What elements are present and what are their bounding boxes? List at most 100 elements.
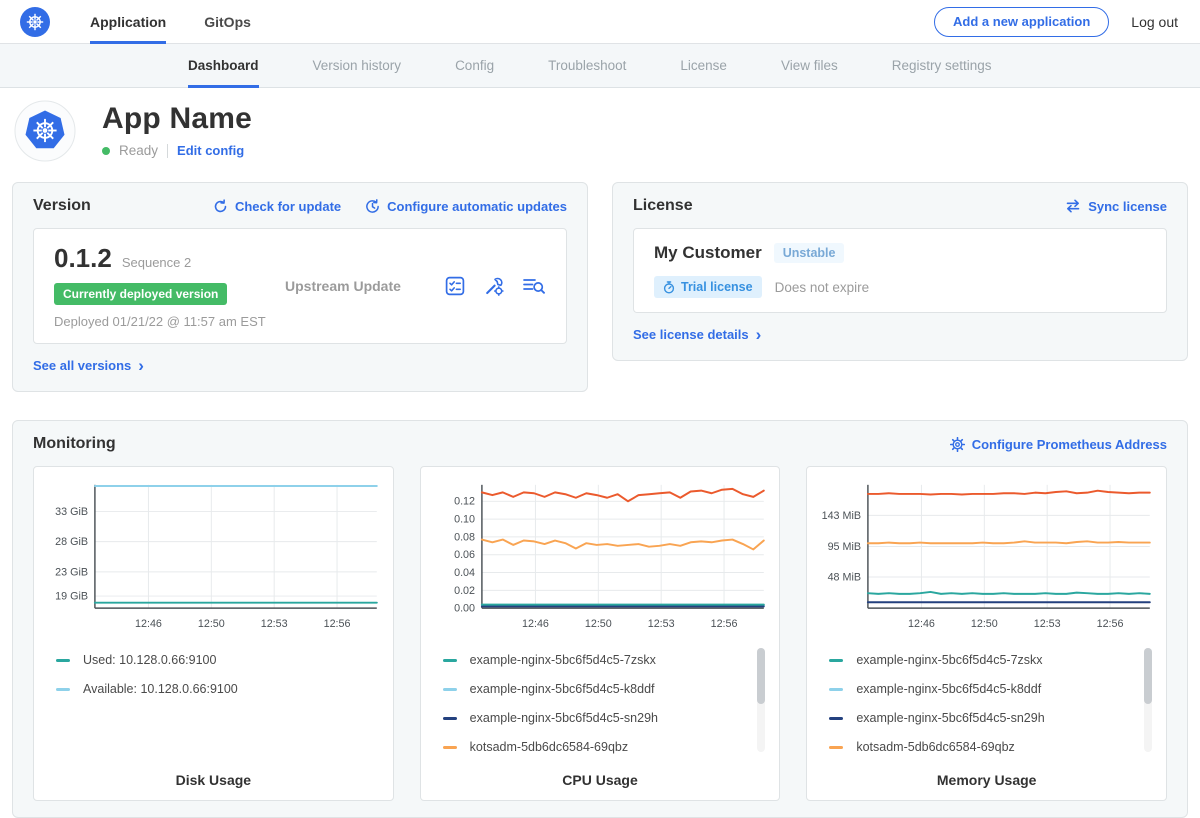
chart-title: Memory Usage [817, 772, 1156, 788]
svg-text:33 GiB: 33 GiB [55, 506, 88, 518]
app-kubernetes-icon [14, 100, 76, 162]
customer-name: My Customer [654, 243, 762, 263]
sync-license-link[interactable]: Sync license [1065, 199, 1167, 214]
memory-usage-panel: 48 MiB95 MiB143 MiB12:4612:5012:5312:56 … [806, 466, 1167, 801]
legend-scrollbar-thumb[interactable] [1144, 648, 1152, 704]
preflight-checks-icon[interactable] [444, 275, 466, 297]
app-status-text: Ready [119, 143, 158, 158]
license-card-title: License [633, 197, 693, 215]
svg-text:12:46: 12:46 [908, 618, 935, 630]
add-application-button[interactable]: Add a new application [934, 7, 1109, 37]
sync-arrows-icon [1065, 199, 1081, 213]
legend-swatch-icon [829, 746, 843, 749]
top-navbar: Application GitOps Add a new application… [0, 0, 1200, 44]
gear-icon [950, 437, 965, 452]
edit-config-link[interactable]: Edit config [177, 143, 244, 158]
legend-label: example-nginx-5bc6f5d4c5-7zskx [470, 653, 656, 667]
disk-usage-chart: 19 GiB23 GiB28 GiB33 GiB12:4612:5012:531… [44, 477, 383, 634]
svg-text:95 MiB: 95 MiB [828, 541, 861, 553]
svg-text:28 GiB: 28 GiB [55, 536, 88, 548]
legend-swatch-icon [829, 717, 843, 720]
legend-item: example-nginx-5bc6f5d4c5-7zskx [443, 646, 766, 675]
legend-label: kotsadm-5db6dc6584-69qbz [470, 740, 628, 754]
cpu-usage-legend: example-nginx-5bc6f5d4c5-7zskx example-ng… [443, 646, 766, 764]
configure-automatic-updates-link[interactable]: Configure automatic updates [365, 199, 567, 214]
legend-item: kotsadm-5db6dc6584-69qbz [829, 733, 1152, 762]
legend-label: Available: 10.128.0.66:9100 [83, 682, 238, 696]
version-number: 0.1.2 [54, 243, 112, 274]
legend-item: example-nginx-5bc6f5d4c5-7zskx [829, 646, 1152, 675]
svg-text:12:50: 12:50 [971, 618, 998, 630]
chart-title: Disk Usage [44, 772, 383, 788]
svg-text:12:53: 12:53 [1034, 618, 1061, 630]
view-logs-icon[interactable] [522, 276, 546, 296]
config-wrench-icon[interactable] [483, 275, 505, 297]
tab-troubleshoot[interactable]: Troubleshoot [548, 44, 626, 88]
see-license-details-link[interactable]: See license details › [633, 327, 761, 342]
legend-scrollbar [1144, 648, 1152, 752]
channel-badge: Unstable [774, 243, 845, 263]
svg-text:48 MiB: 48 MiB [828, 571, 861, 583]
update-type-label: Upstream Update [279, 278, 444, 294]
legend-scrollbar [757, 648, 765, 752]
monitoring-title: Monitoring [33, 435, 116, 453]
svg-text:12:50: 12:50 [585, 618, 612, 630]
tab-view-files[interactable]: View files [781, 44, 838, 88]
ready-status-dot-icon [102, 147, 110, 155]
chevron-right-icon: › [138, 361, 144, 371]
license-card: License Sync license My Customer Unstabl… [612, 182, 1188, 361]
svg-text:23 GiB: 23 GiB [55, 566, 88, 578]
legend-swatch-icon [829, 688, 843, 691]
legend-swatch-icon [443, 659, 457, 662]
app-tab-bar: Dashboard Version history Config Trouble… [0, 44, 1200, 88]
legend-swatch-icon [443, 717, 457, 720]
legend-item: kotsadm-5db6dc6584-69qbz [443, 733, 766, 762]
tab-registry-settings[interactable]: Registry settings [892, 44, 992, 88]
version-card-title: Version [33, 197, 91, 215]
svg-text:19 GiB: 19 GiB [55, 590, 88, 602]
cpu-usage-chart: 0.000.020.040.060.080.100.1212:4612:5012… [431, 477, 770, 634]
configure-prometheus-link[interactable]: Configure Prometheus Address [950, 437, 1167, 452]
tab-version-history[interactable]: Version history [313, 44, 402, 88]
app-header: App Name Ready Edit config [0, 88, 1200, 182]
legend-label: example-nginx-5bc6f5d4c5-k8ddf [470, 682, 655, 696]
legend-swatch-icon [829, 659, 843, 662]
memory-usage-legend: example-nginx-5bc6f5d4c5-7zskxexample-ng… [829, 646, 1152, 764]
legend-item: example-nginx-5bc6f5d4c5-sn29h [443, 704, 766, 733]
legend-swatch-icon [56, 659, 70, 662]
nav-item-application[interactable]: Application [90, 0, 166, 44]
legend-scrollbar-thumb[interactable] [757, 648, 765, 704]
clock-refresh-icon [365, 199, 380, 214]
tab-license[interactable]: License [680, 44, 727, 88]
kubernetes-logo-icon[interactable] [20, 7, 50, 37]
chevron-right-icon: › [756, 330, 762, 340]
svg-text:12:46: 12:46 [522, 618, 549, 630]
divider [167, 144, 168, 158]
legend-label: Used: 10.128.0.66:9100 [83, 653, 216, 667]
cpu-usage-panel: 0.000.020.040.060.080.100.1212:4612:5012… [420, 466, 781, 801]
tab-dashboard[interactable]: Dashboard [188, 44, 259, 88]
legend-item: Available: 10.128.0.66:9100 [56, 675, 379, 704]
svg-text:12:56: 12:56 [324, 618, 351, 630]
trial-license-badge: Trial license [654, 276, 762, 298]
disk-usage-legend: Used: 10.128.0.66:9100 Available: 10.128.… [56, 646, 379, 764]
legend-label: example-nginx-5bc6f5d4c5-7zskx [856, 653, 1042, 667]
legend-swatch-icon [443, 688, 457, 691]
see-all-versions-link[interactable]: See all versions › [33, 358, 144, 373]
nav-item-gitops[interactable]: GitOps [204, 0, 251, 44]
svg-text:0.04: 0.04 [454, 567, 475, 579]
svg-text:12:56: 12:56 [1097, 618, 1124, 630]
legend-item: Used: 10.128.0.66:9100 [56, 646, 379, 675]
tab-config[interactable]: Config [455, 44, 494, 88]
page-title: App Name [102, 102, 252, 136]
deployed-timestamp: Deployed 01/21/22 @ 11:57 am EST [54, 314, 279, 329]
svg-text:0.10: 0.10 [454, 514, 475, 526]
refresh-icon [213, 199, 228, 214]
svg-text:0.02: 0.02 [454, 585, 475, 597]
chart-title: CPU Usage [431, 772, 770, 788]
svg-text:12:46: 12:46 [135, 618, 162, 630]
check-for-update-link[interactable]: Check for update [213, 199, 341, 214]
current-version-box: 0.1.2 Sequence 2 Currently deployed vers… [33, 228, 567, 344]
memory-usage-chart: 48 MiB95 MiB143 MiB12:4612:5012:5312:56 [817, 477, 1156, 634]
logout-button[interactable]: Log out [1131, 14, 1178, 30]
